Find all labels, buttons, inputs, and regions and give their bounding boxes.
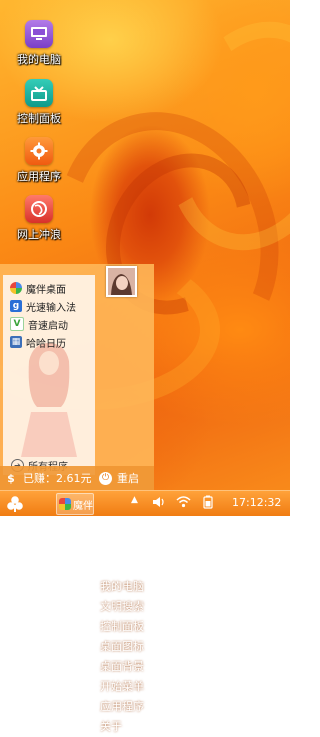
link-search[interactable]: 文明搜索 — [100, 597, 144, 617]
menu-item-label: 光速输入法 — [26, 302, 76, 314]
gear-icon — [25, 137, 53, 165]
start-menu-program-pane: 魔伴桌面 g 光速输入法 V 音速启动 ▦ 哈哈日历 ➔ 所有程序 — [3, 275, 95, 475]
link-start-menu[interactable]: 开始菜单 — [100, 677, 144, 697]
power-icon: ⏻ — [99, 471, 112, 485]
link-desktop-icons[interactable]: 桌面图标 — [100, 637, 144, 657]
earnings-display: $ 已赚：2.61元 — [5, 470, 92, 486]
wifi-icon[interactable] — [176, 495, 191, 508]
globe-icon — [25, 195, 53, 223]
menu-item-speed-launcher[interactable]: V 音速启动 — [6, 315, 96, 333]
pinwheel-icon — [10, 282, 22, 294]
desktop-icon-applications[interactable]: 应用程序 — [6, 137, 72, 184]
desktop-icon-label: 应用程序 — [17, 170, 61, 183]
tray-expand-icon[interactable]: ▲ — [131, 495, 138, 505]
calendar-icon: ▦ — [10, 336, 22, 348]
start-button[interactable] — [6, 495, 24, 513]
link-applications[interactable]: 应用程序 — [100, 697, 144, 717]
input-method-icon: g — [10, 300, 22, 312]
taskbar: 魔伴 ▲ 17:12:32 — [0, 490, 290, 516]
girl-silhouette-decoration — [21, 343, 77, 457]
restart-label: 重启 — [117, 472, 139, 485]
desktop-icon-control-panel[interactable]: 控制面板 — [6, 79, 72, 126]
battery-icon — [201, 495, 215, 509]
start-menu: 魔伴桌面 g 光速输入法 V 音速启动 ▦ 哈哈日历 ➔ 所有程序 我的电脑 文… — [0, 264, 154, 733]
taskbar-app-mobang[interactable]: 魔伴 — [56, 493, 94, 515]
desktop-icon-label: 我的电脑 — [17, 53, 61, 66]
menu-item-label: 魔伴桌面 — [26, 284, 66, 296]
launcher-icon: V — [10, 317, 24, 331]
control-panel-icon — [25, 79, 53, 107]
clock: 17:12:32 — [232, 496, 282, 509]
menu-item-mobang-desktop[interactable]: 魔伴桌面 — [6, 279, 96, 297]
desktop-icon-label: 网上冲浪 — [17, 228, 61, 241]
coin-icon: $ — [7, 471, 15, 485]
start-menu-links: 我的电脑 文明搜索 控制面板 桌面图标 桌面背景 开始菜单 应用程序 关于 — [100, 577, 144, 737]
link-my-computer[interactable]: 我的电脑 — [100, 577, 144, 597]
computer-icon — [25, 20, 53, 48]
start-menu-status-bar: $ 已赚：2.61元 ⏻ 重启 — [0, 466, 154, 490]
desktop-icon-label: 控制面板 — [17, 112, 61, 125]
restart-button[interactable]: ⏻ 重启 — [99, 470, 139, 486]
volume-icon[interactable] — [152, 495, 166, 509]
link-control-panel[interactable]: 控制面板 — [100, 617, 144, 637]
user-avatar[interactable] — [106, 266, 137, 297]
pinwheel-icon — [59, 498, 71, 510]
desktop-icon-web-surfing[interactable]: 网上冲浪 — [6, 195, 72, 242]
menu-item-label: 音速启动 — [28, 320, 68, 332]
taskbar-app-label: 魔伴 — [73, 500, 93, 512]
link-about[interactable]: 关于 — [100, 717, 144, 737]
menu-item-label: 哈哈日历 — [26, 338, 66, 350]
menu-item-calendar[interactable]: ▦ 哈哈日历 — [6, 333, 96, 351]
menu-item-input-method[interactable]: g 光速输入法 — [6, 297, 96, 315]
earnings-text: 已赚：2.61元 — [23, 472, 92, 485]
link-desktop-background[interactable]: 桌面背景 — [100, 657, 144, 677]
desktop-icon-my-computer[interactable]: 我的电脑 — [6, 20, 72, 67]
